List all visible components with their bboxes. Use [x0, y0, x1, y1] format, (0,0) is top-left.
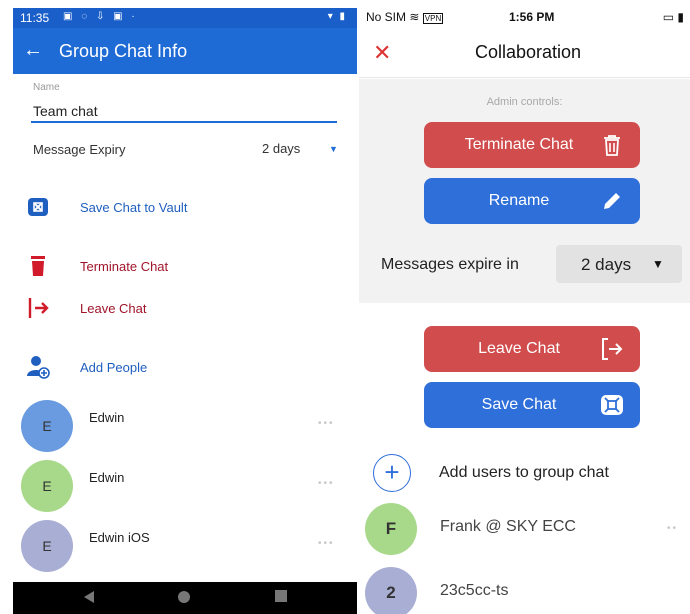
name-field-underline [31, 121, 337, 123]
android-status-bar: 11:35 ▣ ◌ ⇩ ▣ · ▾ ▮ [13, 8, 357, 28]
avatar: E [21, 460, 73, 512]
add-users-row[interactable]: + Add users to group chat [359, 454, 690, 496]
leave-chat-button[interactable]: Leave Chat [424, 326, 640, 372]
add-person-icon [27, 356, 50, 379]
exit-icon [28, 298, 49, 318]
save-chat-label: Save Chat [481, 396, 557, 413]
admin-controls-panel: Admin controls: Terminate Chat Rename Me… [359, 79, 690, 303]
trash-icon [604, 135, 620, 156]
member-row[interactable]: E Edwin iOS ••• [13, 520, 357, 576]
user-row[interactable]: F Frank @ SKY ECC •• [359, 503, 690, 559]
page-title: Collaboration [475, 42, 582, 62]
dropdown-arrow-icon: ▼ [652, 257, 664, 271]
carrier-label: No SIM ≋ VPN [366, 10, 444, 24]
terminate-chat-label: Terminate Chat [80, 259, 169, 274]
admin-controls-label: Admin controls: [486, 96, 563, 108]
nav-back-icon[interactable] [83, 590, 95, 604]
expiry-value: 2 days [581, 255, 632, 274]
leave-chat-label: Leave Chat [478, 340, 560, 357]
nav-recents-icon[interactable] [275, 590, 287, 602]
more-options-icon[interactable]: ••• [318, 418, 335, 429]
member-row[interactable]: E Edwin ••• [13, 460, 357, 516]
page-title: Group Chat Info [59, 41, 188, 61]
add-circle-icon[interactable]: + [373, 454, 411, 492]
status-time: 1:56 PM [509, 10, 555, 24]
android-screen: 11:35 ▣ ◌ ⇩ ▣ · ▾ ▮ ← Group Chat Info Na… [13, 8, 357, 614]
avatar: E [21, 520, 73, 572]
add-people-label: Add People [80, 360, 148, 375]
status-time: 11:35 [20, 11, 50, 25]
member-name: Edwin iOS [89, 530, 150, 545]
nav-home-icon[interactable] [177, 590, 191, 604]
signal-battery-icons: ▾ ▮ [327, 11, 347, 22]
terminate-chat-action[interactable]: Terminate Chat [13, 251, 357, 285]
trash-icon [31, 256, 45, 276]
more-options-icon[interactable]: ••• [318, 478, 335, 489]
exit-icon [602, 338, 623, 360]
save-chat-button[interactable]: Save Chat [424, 382, 640, 428]
carrier-text: No SIM [366, 10, 407, 24]
save-to-vault-action[interactable]: Save Chat to Vault [13, 192, 357, 226]
back-arrow-icon[interactable]: ← [23, 39, 43, 62]
more-options-icon[interactable]: •• [667, 523, 678, 534]
ios-status-bar: No SIM ≋ VPN 1:56 PM ▭ ▮ [359, 0, 690, 34]
app-bar: ← Group Chat Info [13, 28, 357, 74]
user-row[interactable]: 2 23c5cc-ts [359, 567, 690, 614]
leave-chat-label: Leave Chat [80, 301, 147, 316]
user-name: Frank @ SKY ECC [440, 518, 576, 535]
member-row[interactable]: E Edwin ••• [13, 400, 357, 456]
avatar: 2 [365, 567, 417, 614]
battery-icon: ▭ ▮ [662, 10, 684, 24]
more-options-icon[interactable]: ••• [318, 538, 335, 549]
name-field-label: Name [33, 82, 60, 93]
notification-icons: ▣ ◌ ⇩ ▣ · [63, 11, 138, 22]
dropdown-arrow-icon[interactable]: ▼ [329, 144, 338, 154]
vault-icon [28, 198, 48, 216]
close-icon[interactable]: ✕ [373, 40, 391, 66]
android-nav-bar [13, 582, 357, 614]
name-field[interactable]: Team chat [33, 103, 98, 119]
expiry-dropdown[interactable]: 2 days ▼ [556, 245, 682, 283]
wifi-icon: ≋ [409, 10, 420, 24]
vault-icon [601, 395, 623, 415]
avatar: E [21, 400, 73, 452]
messages-expire-label: Messages expire in [381, 256, 519, 273]
leave-chat-action[interactable]: Leave Chat [13, 293, 357, 327]
add-people-action[interactable]: Add People [13, 352, 357, 386]
ios-screen: No SIM ≋ VPN 1:56 PM ▭ ▮ ✕ Collaboration… [359, 0, 690, 614]
user-name: 23c5cc-ts [440, 582, 509, 599]
rename-button[interactable]: Rename [424, 178, 640, 224]
message-expiry-select[interactable]: 2 days [262, 141, 300, 156]
terminate-chat-button[interactable]: Terminate Chat [424, 122, 640, 168]
add-users-label: Add users to group chat [439, 464, 609, 481]
rename-label: Rename [488, 192, 550, 209]
terminate-chat-label: Terminate Chat [464, 136, 574, 153]
pencil-icon [604, 193, 620, 209]
avatar: F [365, 503, 417, 555]
nav-header: ✕ Collaboration [359, 34, 690, 78]
member-name: Edwin [89, 470, 125, 485]
message-expiry-label: Message Expiry [33, 142, 126, 157]
save-to-vault-label: Save Chat to Vault [80, 200, 188, 215]
member-name: Edwin [89, 410, 125, 425]
vpn-badge: VPN [422, 13, 444, 24]
